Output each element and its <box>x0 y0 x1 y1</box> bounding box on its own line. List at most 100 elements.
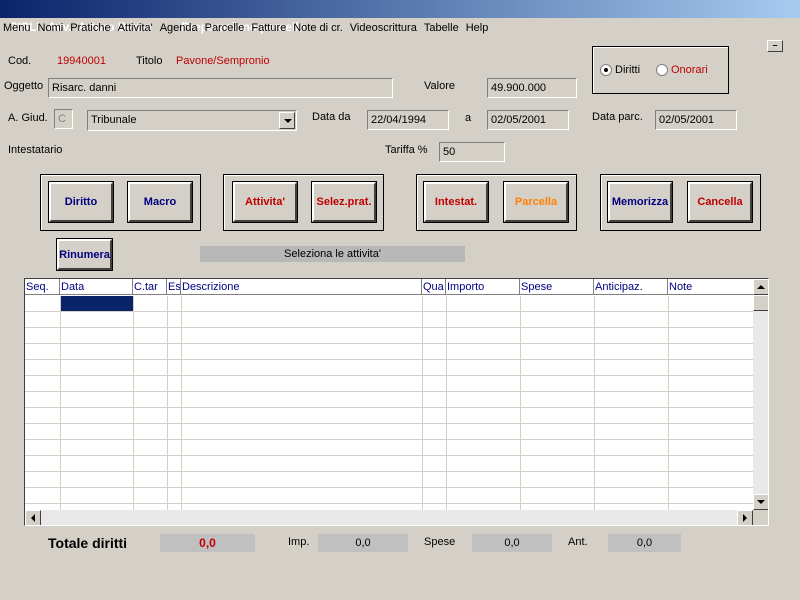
diritto-button[interactable]: Diritto <box>48 181 114 223</box>
cod-label: Cod. <box>8 55 32 67</box>
ant-value: 0,0 <box>608 534 681 552</box>
vertical-scrollbar[interactable] <box>753 279 768 510</box>
col-header-seq[interactable]: Seq. <box>25 279 60 295</box>
tariffa-field[interactable]: 50 <box>439 142 505 162</box>
scroll-up-icon[interactable] <box>753 279 768 295</box>
valore-field[interactable]: 49.900.000 <box>487 78 577 98</box>
col-header-descrizione[interactable]: Descrizione <box>181 279 422 295</box>
grid-column-line <box>668 296 669 510</box>
grid-row-line <box>25 455 753 456</box>
menu-item-help[interactable]: Help <box>463 18 492 38</box>
grid-row-line <box>25 423 753 424</box>
imp-value: 0,0 <box>318 534 408 552</box>
grid-header: Seq. Data C.tar Es Descrizione Qua Impor… <box>25 279 753 295</box>
tariffa-label: Tariffa % <box>385 144 428 156</box>
scroll-left-icon[interactable] <box>25 510 41 525</box>
menu-item-note-di-cr[interactable]: Note di cr. <box>290 18 346 38</box>
grid-column-line <box>133 296 134 510</box>
agiud-select[interactable]: Tribunale <box>87 110 297 131</box>
cod-value: 19940001 <box>57 55 106 67</box>
grid-row-line <box>25 407 753 408</box>
intestat-button[interactable]: Intestat. <box>423 181 489 223</box>
grid-row-line <box>25 439 753 440</box>
menu-item-videoscrittura[interactable]: Videoscrittura <box>347 18 420 38</box>
menu-item-parcelle[interactable]: Parcelle <box>202 18 248 38</box>
ant-label: Ant. <box>568 536 588 548</box>
agiud-label: A. Giud. <box>8 112 48 124</box>
agiud-select-value: Tribunale <box>91 114 137 126</box>
radio-onorari[interactable]: Onorari <box>656 64 708 77</box>
grid-column-line <box>422 296 423 510</box>
grid-row-line <box>25 391 753 392</box>
chevron-down-icon[interactable] <box>279 112 295 129</box>
col-header-ctar[interactable]: C.tar <box>133 279 167 295</box>
a-label: a <box>465 112 472 124</box>
menu-bar: Menu Nomi Pratiche Attivita' Agenda Parcelle F… <box>0 18 800 38</box>
scroll-thumb-vertical[interactable] <box>753 295 768 311</box>
spese-value: 0,0 <box>472 534 552 552</box>
selez-prat-button[interactable]: Selez.prat. <box>311 181 377 223</box>
col-header-qua[interactable]: Qua <box>422 279 446 295</box>
memorizza-button[interactable]: Memorizza <box>607 181 673 223</box>
oggetto-field[interactable]: Risarc. danni <box>48 78 393 98</box>
grid-row-line <box>25 327 753 328</box>
grid-column-line <box>446 296 447 510</box>
col-header-spese[interactable]: Spese <box>520 279 594 295</box>
dataparc-label: Data parc. <box>592 111 643 123</box>
radio-onorari-label: Onorari <box>671 64 708 76</box>
spese-label: Spese <box>424 536 456 548</box>
a-date-field[interactable]: 02/05/2001 <box>487 110 569 130</box>
selected-cell[interactable] <box>60 296 133 311</box>
col-header-es[interactable]: Es <box>167 279 181 295</box>
grid-column-line <box>167 296 168 510</box>
radio-selected-icon <box>600 64 612 77</box>
totale-diritti-value: 0,0 <box>160 534 255 552</box>
datada-field[interactable]: 22/04/1994 <box>367 110 449 130</box>
scroll-down-icon[interactable] <box>753 494 768 510</box>
col-header-data[interactable]: Data <box>60 279 133 295</box>
grid-row-line <box>25 311 753 312</box>
title-bar: SISLI Avv. Arturo Demo Preparazione parcel… <box>0 0 800 34</box>
grid-row-line <box>25 503 753 504</box>
menu-item-agenda[interactable]: Agenda <box>157 18 201 38</box>
radio-diritti[interactable]: Diritti <box>600 64 640 77</box>
grid-column-line <box>594 296 595 510</box>
attivita-button[interactable]: Attivita' <box>232 181 298 223</box>
col-header-note[interactable]: Note <box>668 279 753 295</box>
menu-item-menu[interactable]: Menu <box>0 18 34 38</box>
scroll-right-icon[interactable] <box>737 510 753 525</box>
menu-item-fatture[interactable]: Fatture <box>248 18 289 38</box>
oggetto-label: Oggetto <box>4 80 44 92</box>
radio-unselected-icon <box>656 64 668 77</box>
rinumera-button[interactable]: Rinumera <box>56 238 113 271</box>
grid-column-line <box>181 296 182 510</box>
scrollbar-corner <box>753 510 768 525</box>
horizontal-scrollbar[interactable] <box>25 510 753 525</box>
grid-row-line <box>25 343 753 344</box>
menu-item-pratiche[interactable]: Pratiche <box>67 18 113 38</box>
grid-row-line <box>25 375 753 376</box>
dataparc-field[interactable]: 02/05/2001 <box>655 110 737 130</box>
titolo-value: Pavone/Sempronio <box>176 55 270 67</box>
totale-diritti-label: Totale diritti <box>48 535 128 551</box>
menu-item-tabelle[interactable]: Tabelle <box>421 18 462 38</box>
attivita-grid[interactable]: Seq. Data C.tar Es Descrizione Qua Impor… <box>24 278 769 526</box>
minimize-button[interactable]: – <box>767 40 783 52</box>
menu-item-nomi[interactable]: Nomi <box>35 18 67 38</box>
grid-row-line <box>25 487 753 488</box>
grid-body[interactable] <box>25 296 753 520</box>
col-header-anticipaz[interactable]: Anticipaz. <box>594 279 668 295</box>
cancella-button[interactable]: Cancella <box>687 181 753 223</box>
imp-label: Imp. <box>288 536 310 548</box>
grid-row-line <box>25 359 753 360</box>
col-header-importo[interactable]: Importo <box>446 279 520 295</box>
agiud-code-field[interactable]: C <box>54 109 73 129</box>
grid-column-line <box>520 296 521 510</box>
menu-item-attivita[interactable]: Attivita' <box>115 18 156 38</box>
titolo-label: Titolo <box>136 55 163 67</box>
parcella-button[interactable]: Parcella <box>503 181 569 223</box>
macro-button[interactable]: Macro <box>127 181 193 223</box>
radio-diritti-label: Diritti <box>615 64 641 76</box>
valore-label: Valore <box>424 80 455 92</box>
datada-label: Data da <box>312 111 351 123</box>
